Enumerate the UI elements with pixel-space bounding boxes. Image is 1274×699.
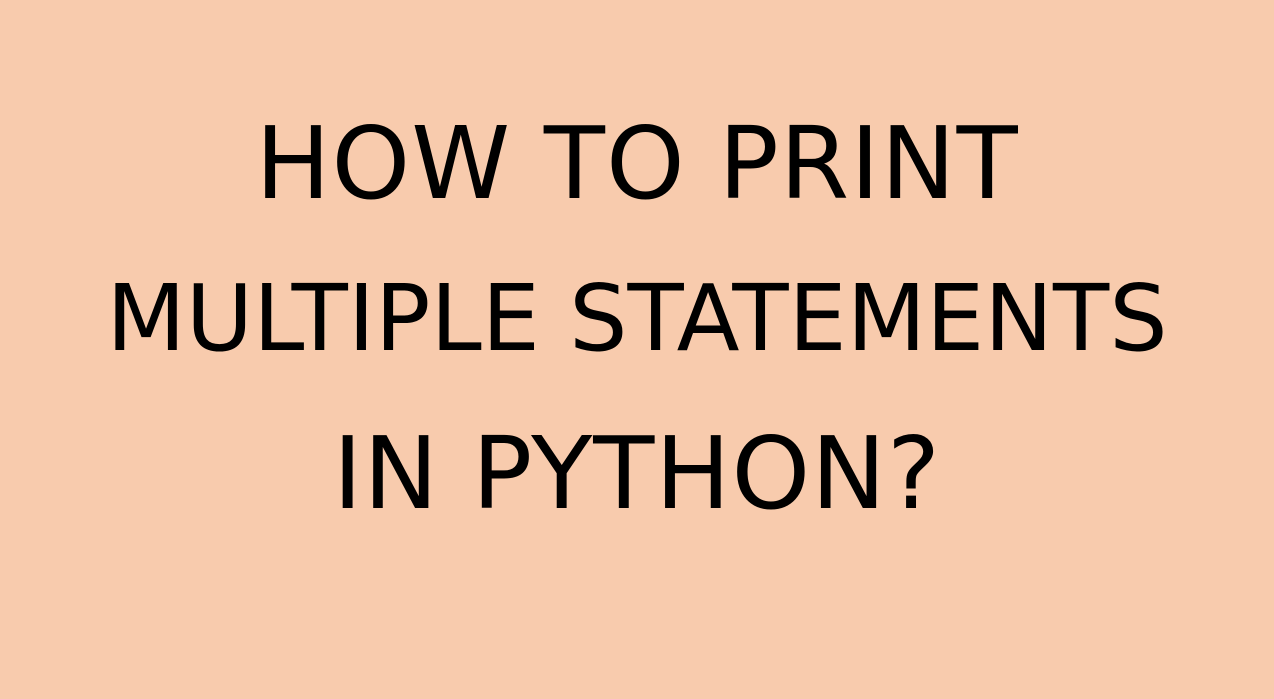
title-line-3: IN PYTHON? — [332, 415, 942, 532]
title-line-2: MULTIPLE STATEMENTS — [106, 265, 1168, 372]
title-line-1: HOW TO PRINT — [255, 105, 1019, 222]
title-slide: HOW TO PRINT MULTIPLE STATEMENTS IN PYTH… — [0, 0, 1274, 699]
slide-title: HOW TO PRINT MULTIPLE STATEMENTS IN PYTH… — [0, 86, 1274, 551]
